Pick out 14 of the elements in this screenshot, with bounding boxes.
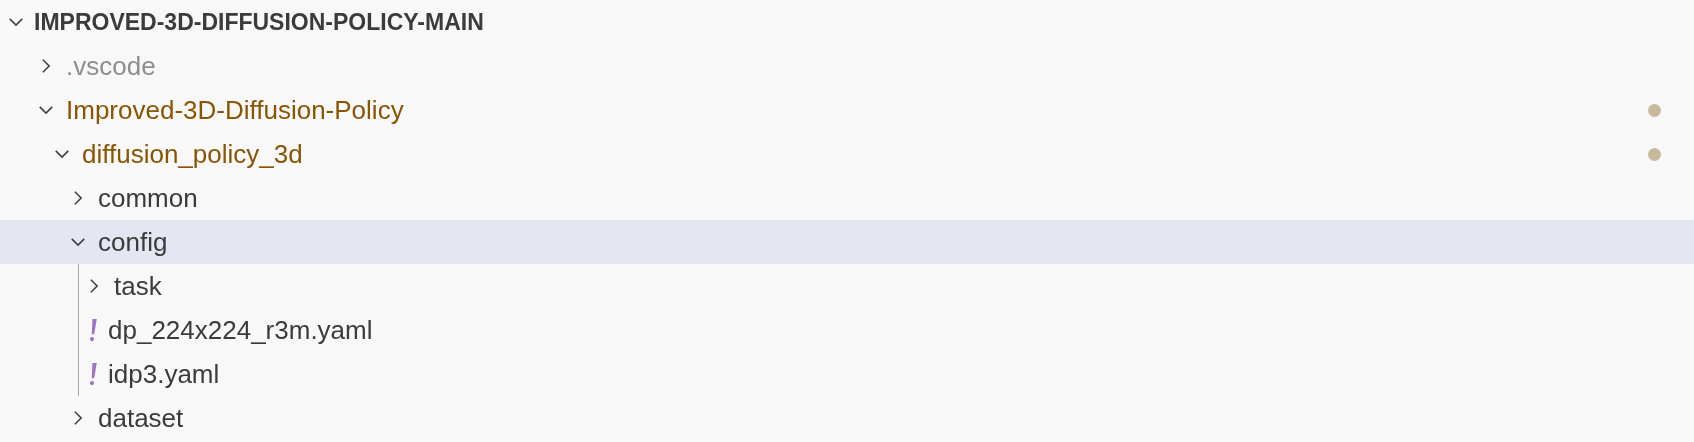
folder-name[interactable]: dataset <box>98 402 184 434</box>
explorer-title: IMPROVED-3D-DIFFUSION-POLICY-MAIN <box>34 8 484 36</box>
folder-name[interactable]: config <box>98 226 168 258</box>
exclamation-icon <box>88 362 99 386</box>
folder-name[interactable]: task <box>114 270 162 302</box>
folder-name[interactable]: common <box>98 182 198 214</box>
file-name[interactable]: idp3.yaml <box>108 358 220 390</box>
exclamation-icon <box>88 318 99 342</box>
selected-tree-row[interactable]: config <box>0 220 1694 264</box>
folder-name[interactable]: diffusion_policy_3d <box>82 138 303 170</box>
folder-name[interactable]: Improved-3D-Diffusion-Policy <box>66 94 404 126</box>
modified-dot <box>1648 103 1661 117</box>
file-name[interactable]: dp_224x224_r3m.yaml <box>108 314 373 346</box>
modified-dot <box>1648 147 1661 161</box>
